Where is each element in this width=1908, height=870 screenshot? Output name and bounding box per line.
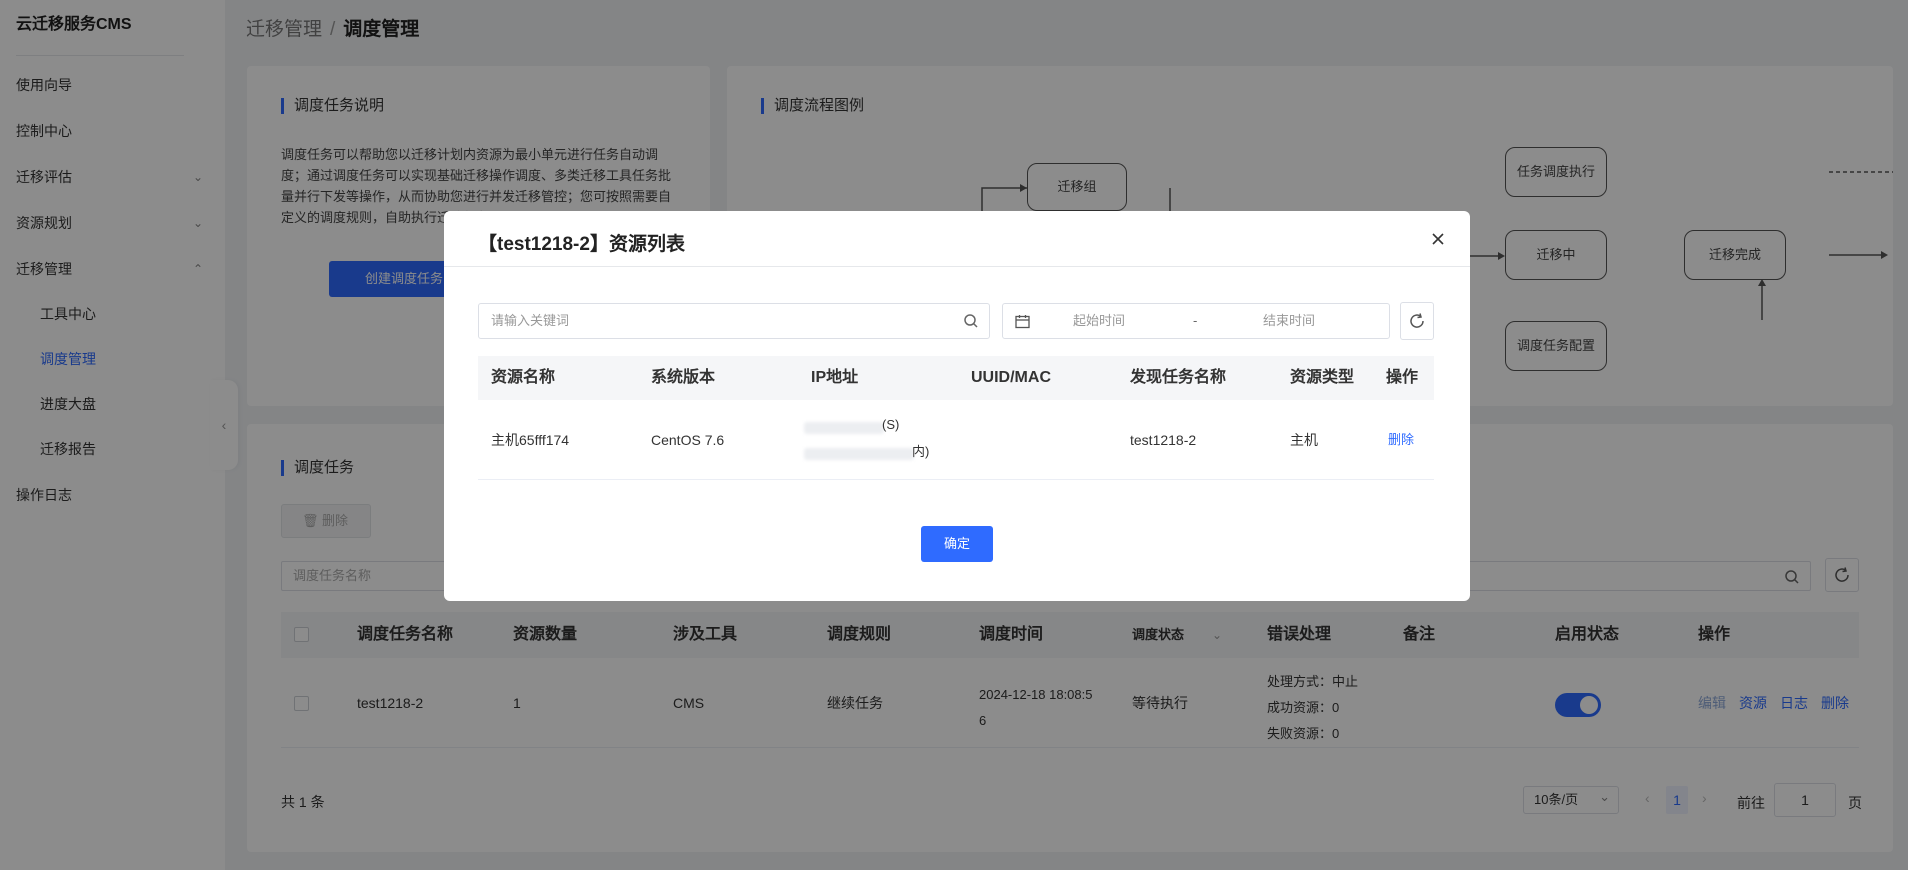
resource-table-header: 资源名称 系统版本 IP地址 UUID/MAC 发现任务名称 资源类型 操作 [478,356,1434,400]
resource-ip-tail: (S) [882,417,900,432]
redacted-ip [804,422,884,434]
resource-ip: (S) 内) [796,417,936,466]
calendar-icon [1015,315,1030,329]
end-time-placeholder[interactable]: 结束时间 [1263,304,1315,338]
resource-name: 主机65fff174 [491,432,570,448]
column-header: 系统版本 [651,369,716,386]
date-range-separator: - [1193,313,1198,328]
keyword-search-input[interactable]: 请输入关键词 [478,303,990,339]
modal-refresh-button[interactable] [1400,302,1434,340]
start-time-placeholder[interactable]: 起始时间 [1073,304,1125,338]
resource-ip-tail: 内) [912,444,930,459]
column-header: 资源名称 [491,369,556,386]
column-header: 发现任务名称 [1130,369,1227,386]
column-header: 操作 [1386,369,1419,386]
refresh-icon [1410,313,1424,328]
resource-list-modal: 【test1218-2】资源列表 请输入关键词 起始时间 - 结束时间 资源名称… [444,211,1470,601]
resource-type: 主机 [1290,432,1318,448]
table-row: 主机65fff174 CentOS 7.6 (S) 内) test1218-2 … [478,400,1434,480]
date-range-picker[interactable]: 起始时间 - 结束时间 [1002,303,1390,339]
column-header: UUID/MAC [971,369,1051,386]
modal-title: 【test1218-2】资源列表 [478,234,685,255]
close-icon[interactable] [1426,227,1450,251]
column-header: IP地址 [811,369,859,386]
confirm-button[interactable]: 确定 [921,526,993,562]
search-icon[interactable] [963,313,979,329]
column-header: 资源类型 [1290,369,1355,386]
resource-os: CentOS 7.6 [651,432,725,448]
modal-header-divider [444,266,1470,267]
resource-task-name: test1218-2 [1130,432,1197,448]
redacted-ip [804,448,914,460]
keyword-search-placeholder: 请输入关键词 [491,313,570,328]
delete-resource-link[interactable]: 删除 [1388,400,1414,480]
